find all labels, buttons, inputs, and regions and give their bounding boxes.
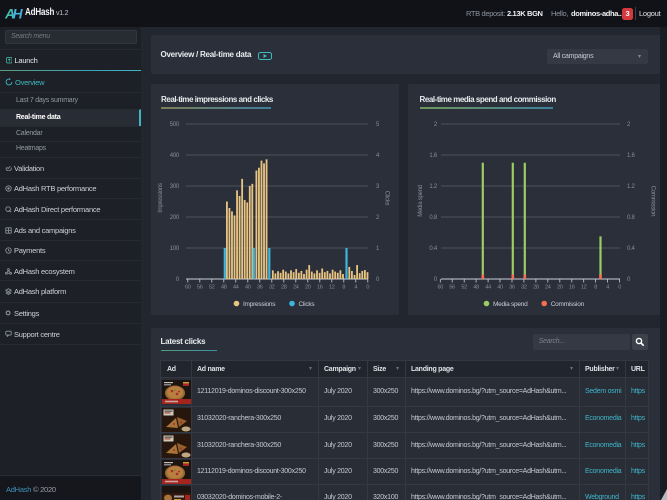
svg-text:0: 0 xyxy=(627,277,631,283)
svg-text:20: 20 xyxy=(557,285,563,291)
svg-text:0: 0 xyxy=(434,277,438,283)
svg-text:1.2: 1.2 xyxy=(627,184,636,190)
svg-text:24: 24 xyxy=(293,285,299,291)
svg-text:28: 28 xyxy=(533,285,539,291)
svg-text:1.6: 1.6 xyxy=(429,153,438,159)
svg-text:12: 12 xyxy=(581,285,587,291)
svg-text:2: 2 xyxy=(376,215,380,221)
svg-text:Clicks: Clicks xyxy=(384,191,390,206)
svg-text:52: 52 xyxy=(461,285,467,291)
svg-text:4: 4 xyxy=(606,285,609,291)
svg-text:32: 32 xyxy=(269,285,275,291)
svg-text:1.6: 1.6 xyxy=(627,153,636,159)
svg-text:Commission: Commission xyxy=(551,301,585,308)
svg-text:4: 4 xyxy=(376,153,380,159)
svg-text:0.4: 0.4 xyxy=(429,246,438,252)
svg-text:52: 52 xyxy=(209,285,215,291)
svg-text:40: 40 xyxy=(497,285,503,291)
svg-text:5: 5 xyxy=(376,122,380,128)
svg-text:8: 8 xyxy=(594,285,597,291)
svg-text:36: 36 xyxy=(257,285,263,291)
svg-text:16: 16 xyxy=(317,285,323,291)
svg-text:0.8: 0.8 xyxy=(627,215,636,221)
svg-text:400: 400 xyxy=(170,153,180,159)
svg-text:56: 56 xyxy=(197,285,203,291)
svg-text:H: H xyxy=(13,6,24,22)
svg-text:36: 36 xyxy=(509,285,515,291)
svg-text:16: 16 xyxy=(569,285,575,291)
svg-text:1: 1 xyxy=(376,246,380,252)
svg-text:8: 8 xyxy=(342,285,345,291)
svg-text:0: 0 xyxy=(376,277,380,283)
svg-text:0.8: 0.8 xyxy=(429,215,438,221)
svg-text:Media spend: Media spend xyxy=(493,301,528,308)
svg-text:3: 3 xyxy=(376,184,380,190)
svg-text:0: 0 xyxy=(176,277,180,283)
svg-text:44: 44 xyxy=(485,285,491,291)
svg-text:300: 300 xyxy=(170,184,180,190)
svg-text:48: 48 xyxy=(221,285,227,291)
svg-text:28: 28 xyxy=(281,285,287,291)
svg-text:40: 40 xyxy=(245,285,251,291)
svg-text:24: 24 xyxy=(545,285,551,291)
svg-text:0: 0 xyxy=(366,285,369,291)
svg-text:Impressions: Impressions xyxy=(158,183,164,213)
svg-text:4: 4 xyxy=(354,285,357,291)
svg-text:1.2: 1.2 xyxy=(429,184,438,190)
svg-text:20: 20 xyxy=(305,285,311,291)
svg-text:500: 500 xyxy=(170,122,180,128)
svg-text:2: 2 xyxy=(627,122,631,128)
svg-text:32: 32 xyxy=(521,285,527,291)
svg-text:Clicks: Clicks xyxy=(299,301,316,308)
svg-text:100: 100 xyxy=(170,246,180,252)
svg-text:60: 60 xyxy=(437,285,443,291)
svg-text:0.4: 0.4 xyxy=(627,246,636,252)
svg-text:44: 44 xyxy=(233,285,239,291)
svg-text:0: 0 xyxy=(618,285,621,291)
svg-text:Impressions: Impressions xyxy=(243,301,276,308)
svg-text:60: 60 xyxy=(185,285,191,291)
svg-text:2: 2 xyxy=(434,122,438,128)
svg-text:Commission: Commission xyxy=(650,186,656,217)
svg-text:Media spend: Media spend xyxy=(418,185,424,217)
svg-text:56: 56 xyxy=(449,285,455,291)
svg-text:48: 48 xyxy=(473,285,479,291)
svg-text:200: 200 xyxy=(170,215,180,221)
svg-text:12: 12 xyxy=(329,285,335,291)
